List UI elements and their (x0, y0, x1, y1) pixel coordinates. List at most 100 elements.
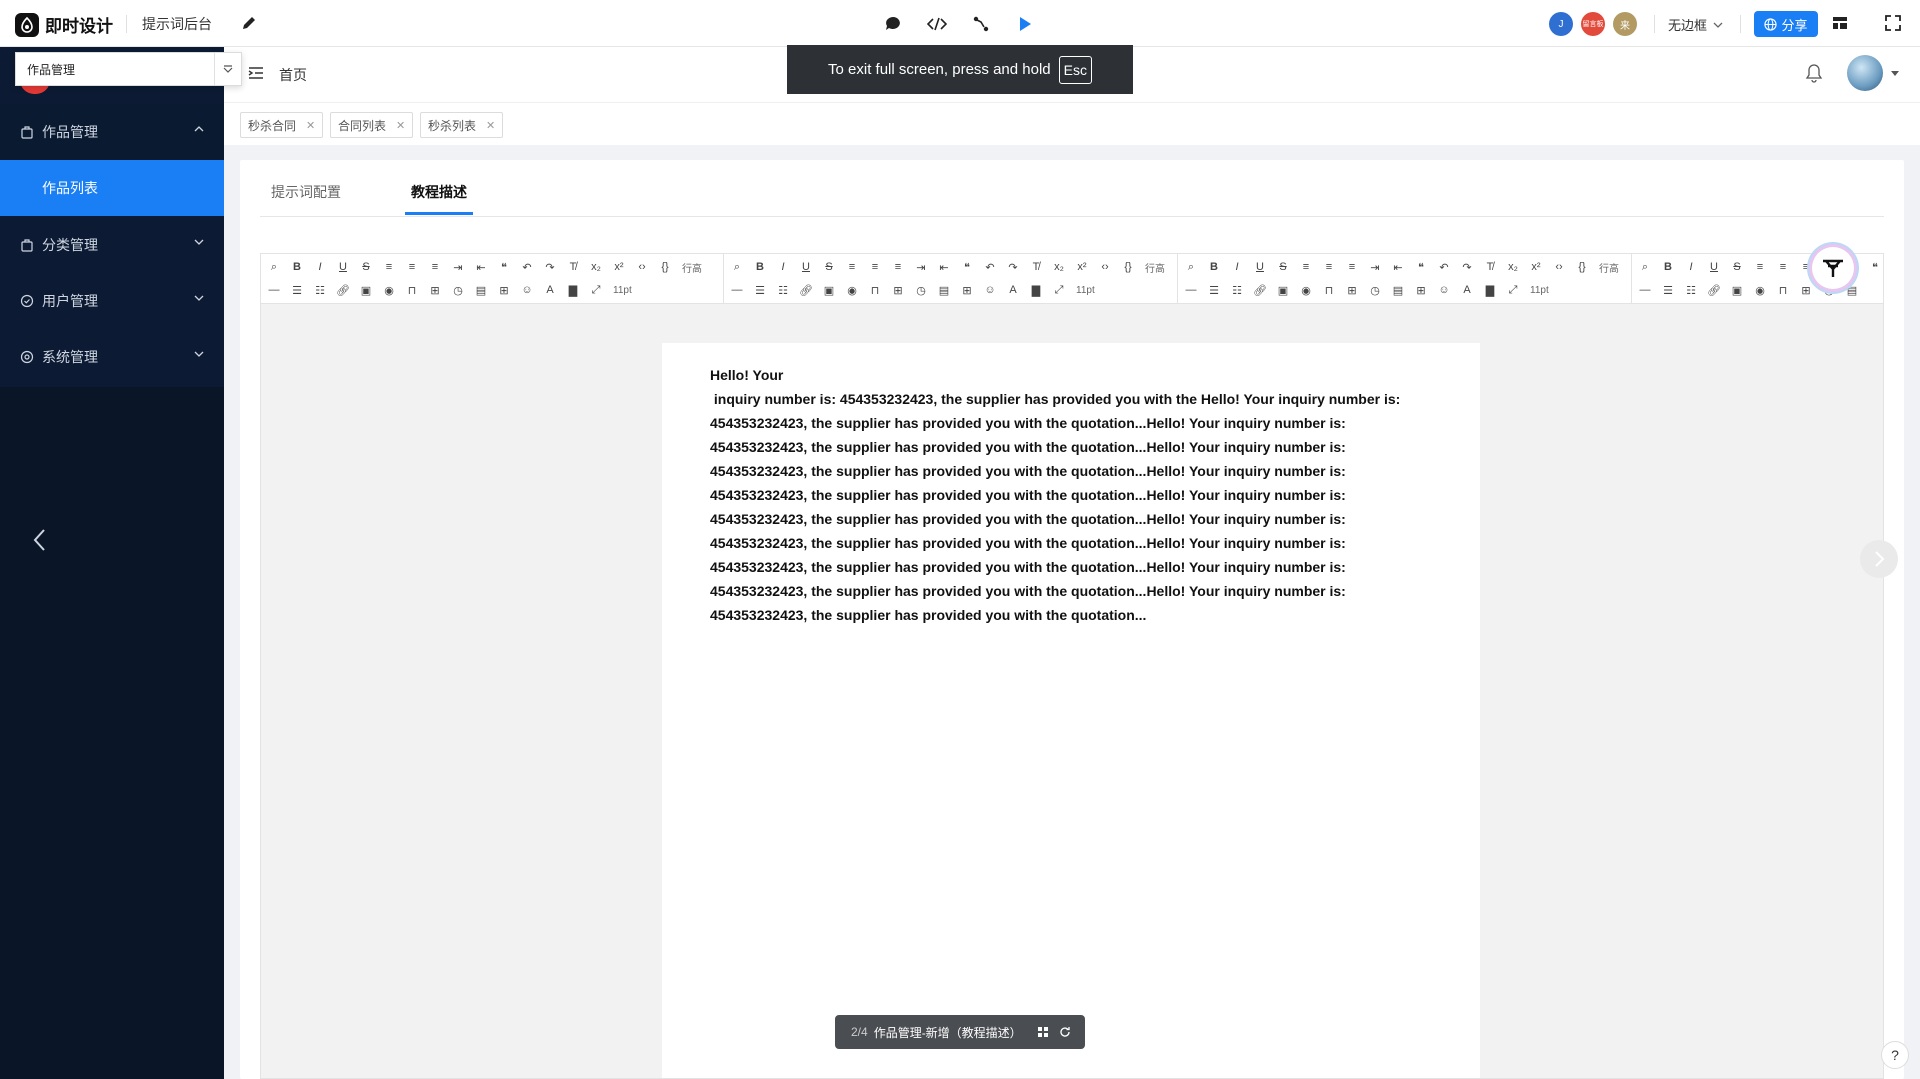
image-icon[interactable]: ▣ (1274, 284, 1292, 297)
outdent-icon[interactable]: ⇤ (935, 261, 953, 274)
redo-icon[interactable]: ↷ (541, 261, 559, 274)
font-color-icon[interactable]: A (1004, 284, 1022, 296)
indent-icon[interactable]: ⇥ (449, 261, 467, 274)
close-icon[interactable]: ✕ (396, 119, 405, 132)
hr-icon[interactable]: — (1182, 284, 1200, 296)
bullet-list-icon[interactable]: ☰ (1205, 284, 1223, 297)
bullet-list-icon[interactable]: ☰ (1659, 284, 1677, 297)
preview-icon[interactable]: ◉ (1297, 284, 1315, 297)
subscript-icon[interactable]: x₂ (1050, 261, 1068, 273)
close-icon[interactable]: ✕ (306, 119, 315, 132)
redo-icon[interactable]: ↷ (1458, 261, 1476, 274)
underline-icon[interactable]: U (1705, 261, 1723, 273)
image-icon[interactable]: ▣ (357, 284, 375, 297)
media-icon[interactable]: ▤ (935, 284, 953, 297)
align-right-icon[interactable]: ≡ (426, 261, 444, 273)
sidebar-subitem-works-list[interactable]: 作品列表 (0, 160, 224, 216)
preview-icon[interactable]: ◉ (1751, 284, 1769, 297)
bookmark-icon[interactable]: ⊓ (1320, 284, 1338, 297)
hr-icon[interactable]: — (728, 284, 746, 296)
sidebar-item-system[interactable]: 系统管理 (0, 329, 224, 385)
spacing-icon[interactable]: ⊞ (889, 284, 907, 297)
code-icon[interactable] (926, 13, 948, 35)
chevron-left-icon[interactable] (30, 527, 50, 553)
preview-icon[interactable]: ◉ (843, 284, 861, 297)
sidebar-item-users[interactable]: 用户管理 (0, 273, 224, 329)
superscript-icon[interactable]: x² (610, 261, 628, 273)
emoji-icon[interactable]: ☺ (1435, 284, 1453, 296)
font-size-select[interactable]: 11pt (610, 285, 635, 296)
spacing-icon[interactable]: ⊞ (426, 284, 444, 297)
align-right-icon[interactable]: ≡ (889, 261, 907, 273)
align-center-icon[interactable]: ≡ (1774, 261, 1792, 273)
undo-icon[interactable]: ↶ (518, 261, 536, 274)
breadcrumb-home[interactable]: 首页 (279, 65, 307, 85)
align-center-icon[interactable]: ≡ (1320, 261, 1338, 273)
caret-down-icon[interactable] (1891, 71, 1899, 76)
align-center-icon[interactable]: ≡ (403, 261, 421, 273)
fullscreen-icon[interactable]: ⤢ (1050, 284, 1068, 297)
superscript-icon[interactable]: x² (1527, 261, 1545, 273)
underline-icon[interactable]: U (1251, 261, 1269, 273)
bold-icon[interactable]: B (1205, 261, 1223, 273)
outdent-icon[interactable]: ⇤ (472, 261, 490, 274)
ai-assistant-icon[interactable] (1812, 247, 1854, 289)
sidebar-item-categories[interactable]: 分类管理 (0, 217, 224, 273)
table-icon[interactable]: ⊞ (1412, 284, 1430, 297)
font-color-icon[interactable]: A (1458, 284, 1476, 296)
avatar[interactable]: 来 (1613, 12, 1637, 36)
code-block-icon[interactable]: {} (1573, 261, 1591, 273)
chevron-down-icon[interactable] (214, 53, 241, 85)
link-icon[interactable]: 🔗︎ (1251, 284, 1269, 297)
bookmark-icon[interactable]: ⊓ (866, 284, 884, 297)
tab-prompt-config[interactable]: 提示词配置 (271, 182, 341, 202)
indent-icon[interactable]: ⇥ (1366, 261, 1384, 274)
bullet-list-icon[interactable]: ☰ (288, 284, 306, 297)
quote-icon[interactable]: ❝ (958, 261, 976, 274)
align-left-icon[interactable]: ≡ (380, 261, 398, 273)
app-logo[interactable]: 即时设计 (15, 12, 113, 37)
font-color-icon[interactable]: A (541, 284, 559, 296)
strikethrough-icon[interactable]: S (820, 261, 838, 273)
numbered-list-icon[interactable]: ☷ (774, 284, 792, 297)
media-icon[interactable]: ▤ (1389, 284, 1407, 297)
avatar[interactable]: J (1549, 12, 1573, 36)
bookmark-icon[interactable]: ⊓ (403, 284, 421, 297)
clock-icon[interactable]: ◷ (912, 284, 930, 297)
align-left-icon[interactable]: ≡ (843, 261, 861, 273)
play-icon[interactable] (1014, 13, 1036, 35)
comment-icon[interactable] (882, 13, 904, 35)
bold-icon[interactable]: B (751, 261, 769, 273)
close-icon[interactable]: ✕ (486, 119, 495, 132)
align-left-icon[interactable]: ≡ (1751, 261, 1769, 273)
media-icon[interactable]: ▤ (472, 284, 490, 297)
subscript-icon[interactable]: x₂ (1504, 261, 1522, 273)
subscript-icon[interactable]: x₂ (587, 261, 605, 273)
undo-icon[interactable]: ↶ (1435, 261, 1453, 274)
highlight-icon[interactable]: ▇ (1481, 284, 1499, 297)
align-center-icon[interactable]: ≡ (866, 261, 884, 273)
bold-icon[interactable]: B (288, 261, 306, 273)
tab-tutorial[interactable]: 教程描述 (411, 182, 467, 202)
help-button[interactable]: ? (1881, 1041, 1909, 1069)
superscript-icon[interactable]: x² (1073, 261, 1091, 273)
hr-icon[interactable]: — (265, 284, 283, 296)
sidebar-item-works[interactable]: 作品管理 (0, 104, 224, 160)
share-button[interactable]: 分享 (1754, 11, 1818, 37)
image-icon[interactable]: ▣ (820, 284, 838, 297)
quote-icon[interactable]: ❝ (1866, 261, 1883, 274)
quote-icon[interactable]: ❝ (495, 261, 513, 274)
strikethrough-icon[interactable]: S (1728, 261, 1746, 273)
numbered-list-icon[interactable]: ☷ (1682, 284, 1700, 297)
tag-item[interactable]: 秒杀列表 ✕ (420, 112, 504, 138)
bookmark-icon[interactable]: ⊓ (1774, 284, 1792, 297)
table-icon[interactable]: ⊞ (495, 284, 513, 297)
grid-icon[interactable] (1037, 1026, 1049, 1038)
document-body[interactable]: Hello! Your inquiry number is: 454353232… (710, 363, 1450, 627)
code-icon[interactable]: ‹› (1550, 261, 1568, 273)
clear-format-icon[interactable]: T̸ (1027, 261, 1045, 273)
code-icon[interactable]: ‹› (1096, 261, 1114, 273)
clock-icon[interactable]: ◷ (1366, 284, 1384, 297)
quote-icon[interactable]: ❝ (1412, 261, 1430, 274)
font-size-select[interactable]: 11pt (1527, 285, 1552, 296)
